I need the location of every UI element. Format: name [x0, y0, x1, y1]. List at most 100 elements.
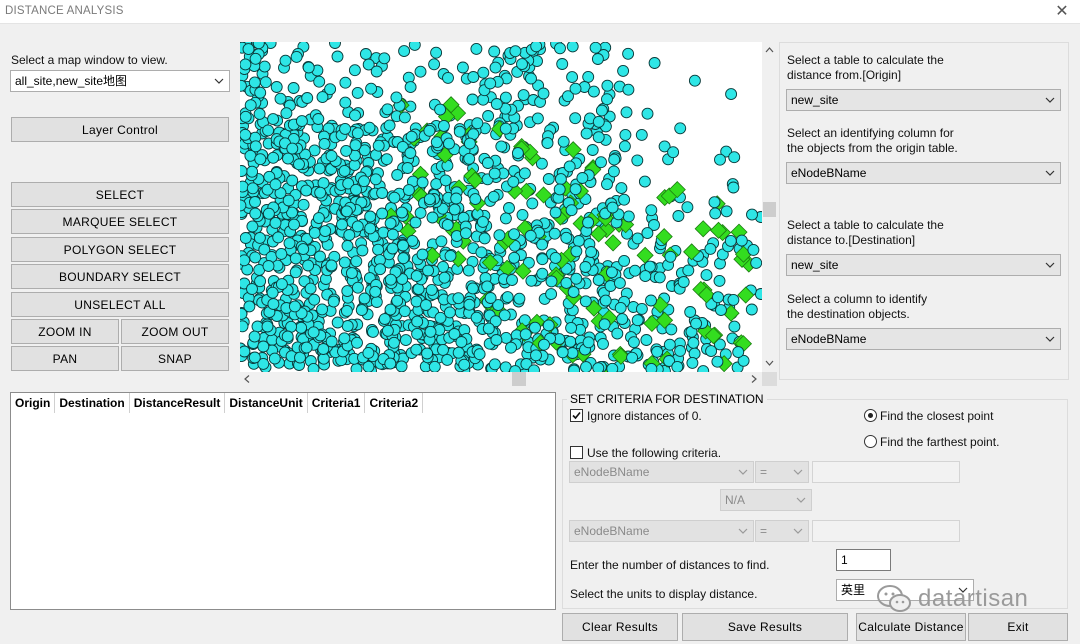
- criteria1-operator-select[interactable]: =: [755, 461, 809, 483]
- closest-point-radio[interactable]: [864, 409, 877, 422]
- site-point: [715, 304, 727, 317]
- logic-operator-select[interactable]: N/A: [720, 489, 812, 511]
- zoom-out-button[interactable]: ZOOM OUT: [121, 319, 229, 344]
- calculate-distance-button[interactable]: Calculate Distance: [856, 613, 966, 641]
- criteria2-value-input[interactable]: [812, 520, 960, 542]
- site-point: [582, 216, 595, 229]
- map-horizontal-scrollbar[interactable]: [240, 372, 762, 386]
- site-point: [249, 251, 262, 264]
- site-point: [349, 139, 362, 152]
- chevron-down-icon: [1044, 163, 1056, 183]
- use-criteria-checkbox[interactable]: [570, 446, 583, 459]
- column-header-distance-result[interactable]: DistanceResult: [129, 393, 226, 413]
- column-header-destination[interactable]: Destination: [55, 393, 130, 413]
- num-distances-input[interactable]: 1: [836, 549, 891, 571]
- map-canvas[interactable]: [240, 42, 762, 372]
- criteria2-field-select[interactable]: eNodeBName: [569, 520, 754, 542]
- site-point: [340, 304, 353, 317]
- site-point: [416, 176, 429, 189]
- dest-table-select[interactable]: new_site: [786, 254, 1061, 276]
- map-window-select[interactable]: all_site,new_site地图: [10, 70, 230, 92]
- criteria2-field-value: eNodeBName: [574, 524, 650, 538]
- site-point: [579, 295, 592, 308]
- results-table-header: Origin Destination DistanceResult Distan…: [11, 393, 424, 413]
- snap-button[interactable]: SNAP: [121, 346, 229, 371]
- pan-button[interactable]: PAN: [11, 346, 119, 371]
- site-point: [349, 109, 361, 122]
- watermark-text: datartisan: [918, 585, 1029, 612]
- site-point: [475, 246, 488, 259]
- site-point: [355, 304, 368, 317]
- site-point: [240, 345, 251, 358]
- exit-button[interactable]: Exit: [968, 613, 1068, 641]
- site-point: [318, 137, 331, 150]
- site-point: [300, 184, 313, 197]
- origin-table-label-line2: distance from.[Origin]: [787, 68, 902, 82]
- site-point: [254, 86, 267, 99]
- site-point: [542, 173, 555, 185]
- site-point: [430, 136, 443, 149]
- column-header-criteria2[interactable]: Criteria2: [365, 393, 424, 413]
- save-results-button[interactable]: Save Results: [682, 613, 848, 641]
- site-point: [601, 79, 614, 92]
- marquee-select-button[interactable]: MARQUEE SELECT: [11, 209, 229, 234]
- site-point: [622, 47, 635, 60]
- origin-table-label-line1: Select a table to calculate the: [787, 53, 944, 67]
- column-header-criteria1[interactable]: Criteria1: [307, 393, 366, 413]
- site-point: [745, 303, 758, 316]
- site-point: [567, 286, 580, 299]
- clear-results-button[interactable]: Clear Results: [562, 613, 678, 641]
- criteria1-field-select[interactable]: eNodeBName: [569, 461, 754, 483]
- site-point: [240, 320, 249, 333]
- site-point: [569, 112, 582, 125]
- column-header-origin[interactable]: Origin: [11, 393, 56, 413]
- ignore-zero-checkbox[interactable]: [570, 409, 583, 422]
- site-point: [499, 212, 512, 225]
- origin-table-select[interactable]: new_site: [786, 89, 1061, 111]
- site-point: [287, 82, 300, 94]
- site-point: [404, 147, 417, 159]
- column-header-distance-unit[interactable]: DistanceUnit: [225, 393, 308, 413]
- site-point: [560, 231, 573, 244]
- site-point: [316, 91, 329, 104]
- farthest-point-radio[interactable]: [864, 435, 877, 448]
- site-point: [466, 282, 479, 295]
- site-point: [531, 112, 544, 125]
- units-value: 英里: [841, 583, 866, 597]
- site-point: [459, 227, 472, 240]
- site-point: [370, 65, 383, 78]
- unselect-all-button[interactable]: UNSELECT ALL: [11, 292, 229, 317]
- site-point: [286, 174, 299, 187]
- site-point: [428, 360, 441, 372]
- site-point: [592, 362, 605, 372]
- site-point: [614, 301, 627, 314]
- close-icon[interactable]: ✕: [1052, 2, 1072, 22]
- origin-column-select[interactable]: eNodeBName: [786, 162, 1061, 184]
- polygon-select-button[interactable]: POLYGON SELECT: [11, 237, 229, 262]
- layer-control-button[interactable]: Layer Control: [11, 117, 229, 142]
- dest-column-value: eNodeBName: [791, 332, 867, 346]
- site-point: [746, 208, 758, 221]
- map-view[interactable]: [240, 42, 762, 372]
- criteria2-operator-select[interactable]: =: [755, 520, 809, 542]
- site-point: [641, 227, 654, 240]
- zoom-in-button[interactable]: ZOOM IN: [11, 319, 119, 344]
- site-point: [541, 137, 554, 150]
- map-vertical-scrollbar[interactable]: [762, 42, 777, 372]
- site-point: [473, 348, 486, 361]
- site-point: [705, 345, 718, 358]
- site-point: [397, 239, 409, 252]
- chevron-down-icon: [1044, 329, 1056, 349]
- site-point: [410, 343, 423, 356]
- chevron-down-icon: [213, 71, 225, 91]
- boundary-select-button[interactable]: BOUNDARY SELECT: [11, 264, 229, 289]
- site-point: [414, 206, 427, 219]
- dest-column-select[interactable]: eNodeBName: [786, 328, 1061, 350]
- site-point: [690, 317, 703, 330]
- site-point: [350, 363, 363, 372]
- select-button[interactable]: SELECT: [11, 182, 229, 207]
- site-point: [631, 154, 644, 167]
- results-table[interactable]: Origin Destination DistanceResult Distan…: [10, 392, 556, 610]
- criteria1-value-input[interactable]: [812, 461, 960, 483]
- site-point: [682, 264, 695, 277]
